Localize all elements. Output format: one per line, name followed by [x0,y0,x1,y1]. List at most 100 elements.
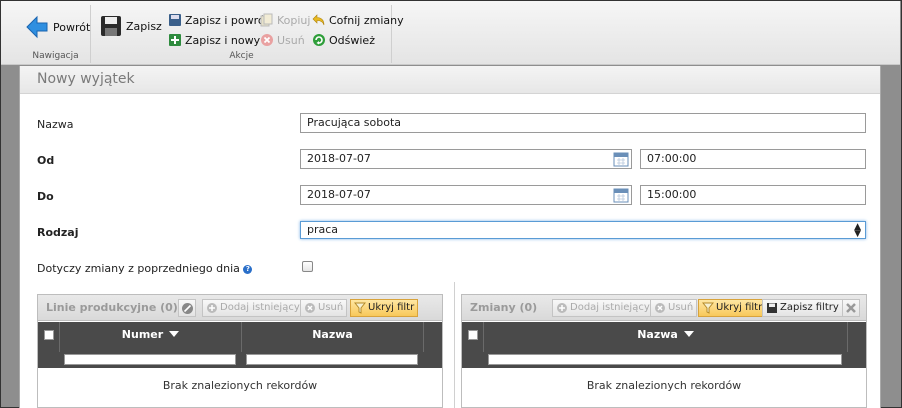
delete-icon [305,303,315,313]
save-and-back-button[interactable]: Zapisz i powrót [168,13,269,27]
refresh-label: Odśwież [329,33,375,47]
shifts-delete-label: Usuń [668,302,694,313]
name-filter-input[interactable] [246,354,418,365]
from-date-input[interactable]: 2018-07-07 [300,149,632,169]
delete-icon [655,303,665,313]
no-entry-icon [181,302,193,314]
lines-hide-filter-button[interactable]: Ukryj filtr [350,299,419,317]
delete-label: Usuń [277,33,305,47]
floppy-disk-icon [101,16,121,36]
production-lines-toolbar: Linie produkcyjne (0) Dodaj istniejący U… [38,295,442,321]
production-lines-table: Linie produkcyjne (0) Dodaj istniejący U… [37,294,443,408]
undo-changes-button[interactable]: Cofnij zmiany [312,13,404,27]
type-select-value: praca [307,223,339,236]
name-header-label: Nazwa [637,328,678,341]
production-lines-title: Linie produkcyjne (0) [46,301,178,314]
lines-delete-button[interactable]: Usuń [300,299,348,317]
refresh-icon [313,34,325,46]
page-title: Nowy wyjątek [20,66,880,94]
prev-day-checkbox[interactable] [302,261,313,272]
type-label: Rodzaj [37,226,79,239]
shifts-title: Zmiany (0) [470,301,538,314]
deselect-button[interactable] [178,299,196,317]
shifts-delete-button[interactable]: Usuń [650,299,698,317]
number-filter-input[interactable] [64,354,236,365]
back-button[interactable]: Powrót [25,15,90,39]
floppy-disk-icon [767,303,777,313]
save-and-new-button[interactable]: Zapisz i nowy [168,33,260,47]
add-icon [207,303,217,313]
from-time-input[interactable]: 07:00:00 [640,149,866,169]
select-all-checkbox[interactable] [44,330,54,340]
filter-icon [702,302,714,314]
actions-group-label: Akcje [229,51,254,61]
refresh-button[interactable]: Odśwież [312,33,375,47]
select-all-column [462,322,484,352]
name-input[interactable]: Pracująca sobota [300,113,866,133]
ribbon-toolbar: Powrót Nawigacja Zapisz Zapisz i powrót … [1,1,900,65]
sort-desc-icon [683,331,694,337]
help-icon[interactable]: ? [243,265,253,274]
clear-filters-button[interactable] [842,299,860,317]
lines-filter-row [38,352,442,368]
to-time-input[interactable]: 15:00:00 [640,185,866,205]
column-header-name[interactable]: Nazwa [242,322,424,352]
shifts-empty-message: Brak znalezionych rekordów [586,379,742,392]
filter-icon [354,302,366,314]
scroll-spacer [848,322,866,352]
navigation-group: Powrót Nawigacja [21,5,91,63]
lines-grid-header: Numer Nazwa [38,322,442,352]
prev-day-text: Dotyczy zmiany z poprzedniego dnia [37,262,240,275]
lines-delete-label: Usuń [318,302,344,313]
type-select[interactable]: praca ▲ ▼ [300,221,866,239]
select-arrows-icon: ▲ ▼ [854,222,861,239]
lines-empty-message: Brak znalezionych rekordów [162,379,318,392]
select-all-column [38,322,60,352]
shifts-hide-filter-label: Ukryj filtr [716,302,763,313]
shifts-add-existing-button[interactable]: Dodaj istniejący [552,299,654,317]
undo-label: Cofnij zmiany [329,13,404,27]
number-header-label: Numer [121,328,164,341]
back-label: Powrót [53,20,91,34]
name-label: Nazwa [37,118,74,131]
copy-icon [260,13,273,27]
shifts-add-existing-label: Dodaj istniejący [570,302,650,313]
to-date-value: 2018-07-07 [307,188,371,201]
to-date-input[interactable]: 2018-07-07 [300,185,632,205]
select-all-checkbox[interactable] [468,330,478,340]
save-label: Zapisz [126,19,162,33]
save-and-back-icon [169,14,181,26]
save-button[interactable]: Zapisz [100,15,162,37]
to-label: Do [37,190,54,203]
delete-icon [261,34,273,46]
navigation-group-label: Nawigacja [32,51,79,61]
shifts-toolbar: Zmiany (0) Dodaj istniejący Usuń Ukryj f… [462,295,866,321]
undo-icon [312,14,325,26]
close-icon [846,303,856,313]
save-and-back-label: Zapisz i powrót [185,13,269,27]
save-and-new-icon [169,34,181,46]
prev-day-label: Dotyczy zmiany z poprzedniego dnia ? [37,262,253,275]
shifts-hide-filter-button[interactable]: Ukryj filtr [698,299,767,317]
column-header-name[interactable]: Nazwa [484,322,848,352]
copy-button[interactable]: Kopiuj [260,13,310,27]
lines-add-existing-button[interactable]: Dodaj istniejący [202,299,304,317]
name-filter-input[interactable] [488,354,842,365]
delete-button[interactable]: Usuń [260,33,305,47]
column-header-number[interactable]: Numer [60,322,242,352]
lines-add-existing-label: Dodaj istniejący [220,302,300,313]
exception-form-panel: Nowy wyjątek Nazwa Pracująca sobota Od 2… [19,66,881,408]
calendar-icon[interactable] [613,151,629,167]
back-arrow-icon [26,15,48,39]
copy-label: Kopiuj [277,13,311,27]
calendar-icon[interactable] [613,187,629,203]
from-label: Od [37,154,55,167]
save-and-new-label: Zapisz i nowy [185,33,261,47]
add-icon [557,303,567,313]
from-date-value: 2018-07-07 [307,152,371,165]
shifts-filter-row [462,352,866,368]
scroll-spacer [424,322,442,352]
sort-desc-icon [169,331,180,337]
save-filters-button[interactable]: Zapisz filtry [762,299,843,317]
shifts-table: Zmiany (0) Dodaj istniejący Usuń Ukryj f… [461,294,867,408]
